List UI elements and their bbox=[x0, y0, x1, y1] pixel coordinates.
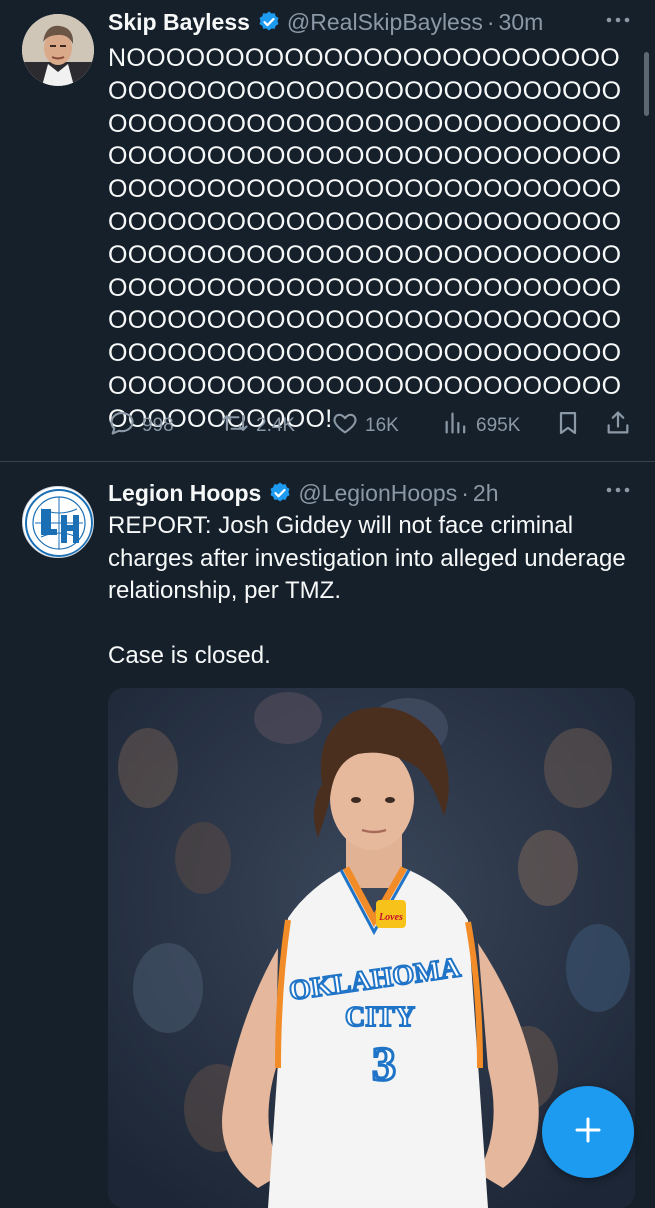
reply-button[interactable]: 998 bbox=[108, 406, 174, 446]
tweet-skip-bayless[interactable]: Skip Bayless @RealSkipBayless · 30m NOOO… bbox=[0, 0, 655, 462]
share-button[interactable] bbox=[604, 406, 638, 446]
share-icon bbox=[604, 409, 638, 443]
reply-icon bbox=[108, 409, 142, 443]
display-name[interactable]: Skip Bayless bbox=[108, 9, 250, 36]
separator: · bbox=[486, 8, 495, 35]
more-icon[interactable] bbox=[605, 480, 631, 500]
tweet-header: Skip Bayless @RealSkipBayless · 30m bbox=[108, 6, 615, 38]
more-icon[interactable] bbox=[605, 10, 631, 30]
retweet-icon bbox=[220, 409, 256, 443]
views-icon bbox=[442, 409, 476, 443]
timestamp[interactable]: 30m bbox=[499, 9, 544, 36]
like-button[interactable]: 16K bbox=[331, 406, 399, 446]
verified-badge-icon bbox=[268, 481, 292, 505]
user-handle[interactable]: @LegionHoops bbox=[298, 480, 457, 507]
divider bbox=[0, 461, 655, 462]
views-button[interactable]: 695K bbox=[442, 406, 520, 446]
legion-hoops-logo-icon bbox=[25, 489, 93, 557]
compose-plus-icon bbox=[571, 1113, 605, 1152]
retweet-count: 2.4K bbox=[256, 415, 296, 436]
bookmark-icon bbox=[554, 409, 588, 443]
separator: · bbox=[461, 479, 469, 506]
jersey-number: 3 bbox=[372, 1038, 396, 1091]
like-count: 16K bbox=[365, 415, 399, 436]
display-name[interactable]: Legion Hoops bbox=[108, 480, 261, 507]
verified-badge-icon bbox=[257, 10, 281, 34]
like-icon bbox=[331, 409, 365, 443]
tweet-actions: 998 2.4K 16K 695K bbox=[108, 406, 638, 446]
avatar[interactable] bbox=[22, 486, 94, 558]
avatar[interactable] bbox=[22, 14, 94, 86]
user-handle[interactable]: @RealSkipBayless bbox=[287, 9, 483, 36]
views-count: 695K bbox=[476, 415, 521, 436]
timestamp[interactable]: 2h bbox=[473, 480, 499, 507]
tweet-text: REPORT: Josh Giddey will not face crimin… bbox=[108, 512, 626, 669]
bookmark-button[interactable] bbox=[554, 406, 588, 446]
retweet-button[interactable]: 2.4K bbox=[220, 406, 295, 446]
avatar-photo-icon bbox=[22, 14, 94, 86]
tweet-header: Legion Hoops @LegionHoops · 2h bbox=[108, 477, 615, 509]
compose-button[interactable] bbox=[542, 1086, 634, 1178]
jersey-text-line2: CITY bbox=[345, 1002, 415, 1033]
patch-text: Loves bbox=[378, 912, 403, 923]
reply-count: 998 bbox=[142, 415, 174, 436]
tweet-text: NOOOOOOOOOOOOOOOOOOOOOOOOOOOOOOOOOOOOOOO… bbox=[108, 44, 622, 433]
